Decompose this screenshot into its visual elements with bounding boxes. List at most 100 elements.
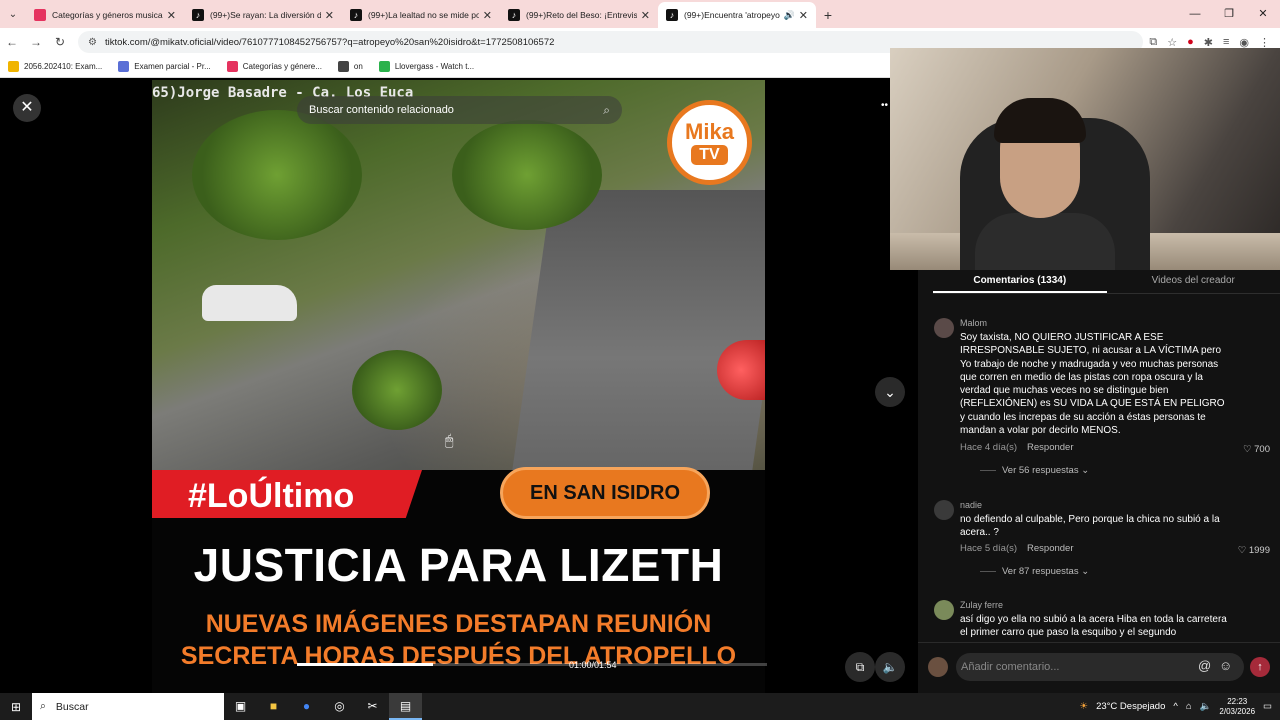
taskbar-search-label: Buscar bbox=[55, 700, 89, 713]
reading-list-icon[interactable]: ≡ bbox=[1223, 36, 1229, 49]
profile-avatar-icon[interactable]: ◉ bbox=[1239, 36, 1249, 49]
comment-meta: Hace 5 día(s) Responder bbox=[960, 543, 1074, 554]
clock[interactable]: 22:23 2/03/2026 bbox=[1219, 697, 1255, 717]
search-icon: ⌕ bbox=[40, 700, 46, 712]
webcam-person-body bbox=[975, 213, 1115, 270]
windows-start-icon[interactable]: ⊞ bbox=[0, 700, 32, 714]
close-tab-icon[interactable]: ✕ bbox=[483, 9, 492, 22]
extensions-area: ⧉ ☆ ● ✱ ≡ ◉ ⋮ bbox=[1149, 36, 1280, 49]
location-badge: EN SAN ISIDRO bbox=[500, 467, 710, 519]
speaker-icon[interactable]: 🔊 bbox=[784, 10, 795, 21]
restore-icon[interactable]: ❐ bbox=[1212, 0, 1246, 28]
mention-icon[interactable]: @ bbox=[1198, 658, 1211, 673]
close-tab-icon[interactable]: ✕ bbox=[799, 9, 808, 22]
comment-time: Hace 5 día(s) bbox=[960, 543, 1018, 554]
tree bbox=[452, 120, 602, 230]
reload-icon[interactable]: ↻ bbox=[48, 35, 72, 49]
like-button[interactable]: ♡ 1999 bbox=[1238, 545, 1270, 556]
tiktok-icon: ♪ bbox=[666, 9, 678, 21]
bookmark-item[interactable]: 2056.202410: Exam... bbox=[8, 61, 102, 72]
chrome-icon[interactable]: ● bbox=[290, 693, 323, 720]
search-icon[interactable]: ⌕ bbox=[603, 103, 610, 118]
comment-text: no defiendo al culpable, Pero porque la … bbox=[960, 514, 1220, 539]
video-progress-bar[interactable] bbox=[297, 663, 767, 666]
task-view-icon[interactable]: ▣ bbox=[224, 693, 257, 720]
picture-in-picture-icon[interactable]: ⧉ bbox=[845, 652, 875, 682]
avatar[interactable] bbox=[934, 600, 954, 620]
related-search-input[interactable]: Buscar contenido relacionado ⌕ bbox=[297, 96, 622, 124]
like-button[interactable]: ♡ 700 bbox=[1243, 444, 1270, 455]
browser-tab[interactable]: ♪ (99+)La lealtad no se mide por ✕ bbox=[342, 2, 500, 28]
tab-label: Categorías y géneros musicales bbox=[52, 10, 163, 20]
comment-text: así digo yo ella no subió a la acera Hib… bbox=[960, 614, 1227, 639]
new-tab-button[interactable]: + bbox=[816, 2, 840, 28]
tray-chevron-icon[interactable]: ^ bbox=[1173, 701, 1177, 712]
bookmark-item[interactable]: Examen parcial - Pr... bbox=[118, 61, 211, 72]
avatar bbox=[928, 657, 948, 677]
reply-button[interactable]: Responder bbox=[1027, 442, 1073, 453]
browser-tab-active[interactable]: ♪ (99+)Encuentra 'atropeyo s 🔊 ✕ bbox=[658, 2, 816, 28]
bookmark-item[interactable]: Llovergass - Watch t... bbox=[378, 61, 474, 72]
video-subline: NUEVAS IMÁGENES DESTAPAN REUNIÓN bbox=[205, 610, 712, 638]
minimize-icon[interactable]: — bbox=[1178, 0, 1212, 28]
close-tab-icon[interactable]: ✕ bbox=[325, 9, 334, 22]
clock-date: 2/03/2026 bbox=[1219, 706, 1256, 716]
browser-tab[interactable]: Categorías y géneros musicales ✕ bbox=[26, 2, 184, 28]
comment-username[interactable]: nadie bbox=[960, 500, 982, 510]
bookmark-star-icon[interactable]: ☆ bbox=[1167, 36, 1177, 49]
site-info-icon[interactable]: ⚙ bbox=[88, 37, 97, 48]
comment-username[interactable]: Malom bbox=[960, 318, 987, 328]
tiktok-icon: ♪ bbox=[192, 9, 204, 21]
comments-tabs: Comentarios (1334) Videos del creador bbox=[933, 270, 1280, 294]
tab-search-icon[interactable]: ⌄ bbox=[0, 0, 26, 28]
mouse-cursor: 🖱 bbox=[445, 432, 454, 448]
volume-icon[interactable]: 🔈 bbox=[1200, 701, 1212, 712]
more-options-icon[interactable]: •• bbox=[881, 100, 888, 111]
tab-label: (99+)La lealtad no se mide por bbox=[368, 10, 479, 20]
next-video-chevron-icon[interactable]: ⌄ bbox=[875, 377, 905, 407]
close-tab-icon[interactable]: ✕ bbox=[641, 9, 650, 22]
emoji-icon[interactable]: ☺ bbox=[1219, 658, 1232, 673]
bookmark-item[interactable]: on bbox=[337, 61, 363, 72]
file-explorer-icon[interactable]: ■ bbox=[257, 693, 290, 720]
bookmark-label: on bbox=[353, 62, 363, 71]
notepad-icon[interactable]: ▤ bbox=[389, 693, 422, 720]
comment-username[interactable]: Zulay ferre bbox=[960, 600, 1003, 610]
close-window-icon[interactable]: ✕ bbox=[1246, 0, 1280, 28]
view-replies-button[interactable]: Ver 87 respuestas ⌄ bbox=[980, 566, 1089, 577]
install-app-icon[interactable]: ⧉ bbox=[1149, 36, 1157, 49]
browser-tab[interactable]: ♪ (99+)Reto del Beso: ¡Entrevista ✕ bbox=[500, 2, 658, 28]
bookmark-item[interactable]: Categorías y génere... bbox=[226, 61, 322, 72]
tab-strip: ⌄ Categorías y géneros musicales ✕ ♪ (99… bbox=[0, 0, 1280, 28]
network-icon[interactable]: ⌂ bbox=[1186, 701, 1192, 712]
notifications-icon[interactable]: ▭ bbox=[1263, 701, 1272, 712]
comment-input-placeholder: Añadir comentario... bbox=[961, 661, 1060, 673]
clock-time: 22:23 bbox=[1227, 696, 1248, 706]
close-tab-icon[interactable]: ✕ bbox=[167, 9, 176, 22]
back-icon[interactable]: ← bbox=[0, 35, 24, 49]
menu-kebab-icon[interactable]: ⋮ bbox=[1259, 36, 1270, 49]
reply-button[interactable]: Responder bbox=[1027, 543, 1073, 554]
capcut-icon[interactable]: ✂ bbox=[356, 693, 389, 720]
weather-text[interactable]: 23°C Despejado bbox=[1096, 701, 1165, 712]
browser-tab[interactable]: ♪ (99+)Se rayan: La diversión de ✕ bbox=[184, 2, 342, 28]
tree bbox=[352, 350, 442, 430]
send-icon[interactable]: ↑ bbox=[1250, 657, 1270, 677]
bookmark-label: 2056.202410: Exam... bbox=[24, 62, 103, 71]
volume-icon[interactable]: 🔈 bbox=[875, 652, 905, 682]
forward-icon[interactable]: → bbox=[24, 35, 48, 49]
view-replies-button[interactable]: Ver 56 respuestas ⌄ bbox=[980, 465, 1089, 476]
video-player[interactable]: 65)Jorge Basadre - Ca. Los Euca Mika TV … bbox=[152, 80, 765, 693]
taskbar-search[interactable]: ⌕ Buscar bbox=[32, 693, 224, 720]
bookmark-icon bbox=[118, 61, 130, 72]
extensions-icon[interactable]: ✱ bbox=[1204, 36, 1213, 49]
comment-item: nadie no defiendo al culpable, Pero porq… bbox=[934, 500, 1274, 580]
window-controls: — ❐ ✕ bbox=[1178, 0, 1280, 28]
tab-creator-videos[interactable]: Videos del creador bbox=[1107, 270, 1280, 293]
opera-icon[interactable]: ● bbox=[1187, 36, 1194, 49]
close-icon[interactable]: ✕ bbox=[13, 94, 41, 122]
tab-comments[interactable]: Comentarios (1334) bbox=[933, 270, 1107, 293]
obs-icon[interactable]: ◎ bbox=[323, 693, 356, 720]
avatar[interactable] bbox=[934, 318, 954, 338]
avatar[interactable] bbox=[934, 500, 954, 520]
